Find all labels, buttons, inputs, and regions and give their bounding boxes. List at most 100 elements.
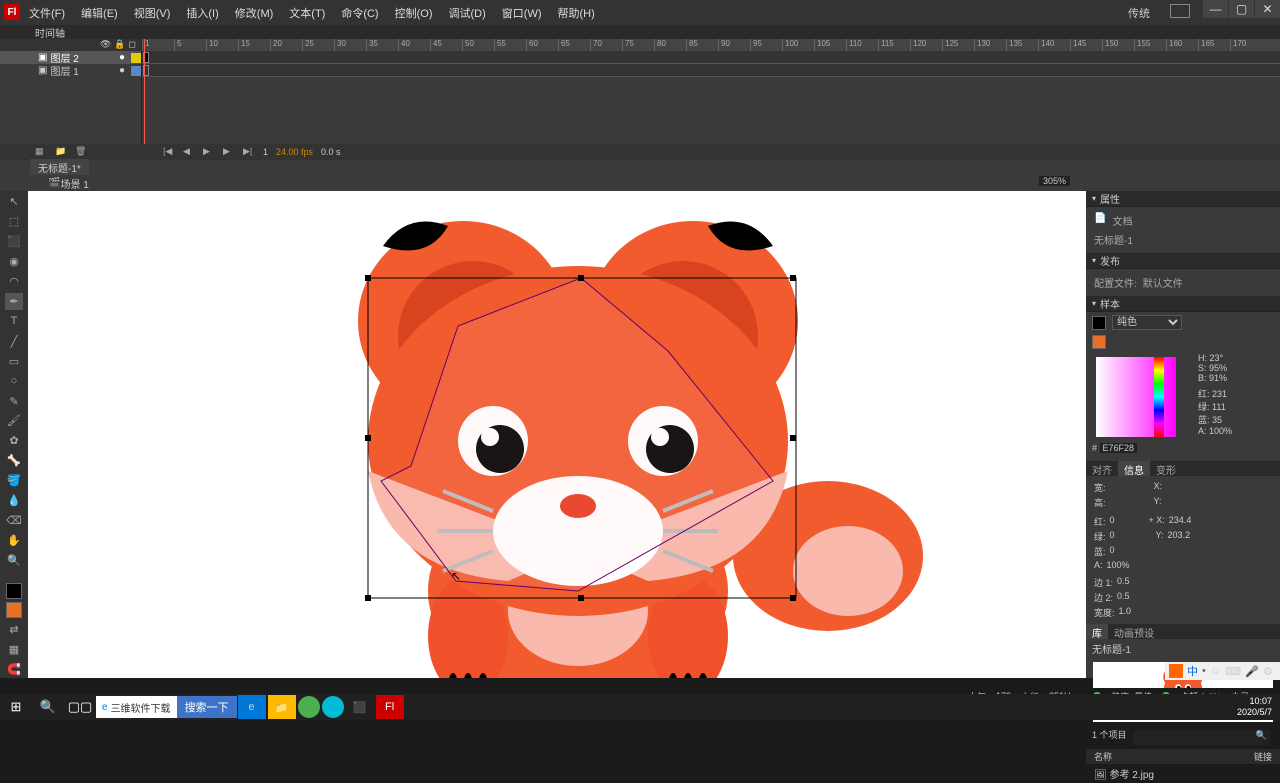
library-item[interactable]: 🖼 参考 2.jpg: [1086, 764, 1280, 783]
step-back-icon[interactable]: ◀: [183, 146, 195, 158]
scene-name[interactable]: 场景 1: [60, 176, 88, 191]
library-search-input[interactable]: 🔍: [1133, 730, 1270, 745]
color-picker[interactable]: [1096, 357, 1176, 437]
hue-slider[interactable]: [1154, 357, 1164, 437]
swap-colors-icon[interactable]: ⇄: [5, 621, 23, 638]
properties-header[interactable]: 属性: [1086, 191, 1280, 207]
new-layer-icon[interactable]: ▦: [35, 146, 47, 158]
eyedropper-tool-icon[interactable]: 💧: [5, 492, 23, 509]
fill-swatch[interactable]: [1092, 335, 1106, 349]
lasso-tool-icon[interactable]: ◠: [5, 273, 23, 290]
workspace-dropdown[interactable]: 传统: [1128, 5, 1150, 21]
publish-header[interactable]: 发布: [1086, 253, 1280, 269]
pen-tool-icon[interactable]: ✒: [5, 293, 23, 310]
menu-view[interactable]: 视图(V): [130, 3, 175, 23]
oval-tool-icon[interactable]: ○: [5, 373, 23, 390]
line-tool-icon[interactable]: ╱: [5, 333, 23, 350]
zoom-input[interactable]: 305%: [1039, 176, 1070, 186]
menu-modify[interactable]: 修改(M): [231, 3, 278, 23]
delete-layer-icon[interactable]: 🗑: [75, 146, 87, 158]
options-icon[interactable]: ▦: [5, 641, 23, 658]
taskbar-app-ie[interactable]: e三维软件下载: [96, 696, 177, 718]
layer-row[interactable]: ▣ 图层 1 ●: [0, 64, 141, 77]
hsb-s: 95: [1209, 363, 1219, 373]
ime-lang-icon[interactable]: 中: [1187, 663, 1198, 679]
menu-commands[interactable]: 命令(C): [337, 3, 382, 23]
stage-canvas[interactable]: ↖: [28, 191, 1086, 678]
taskbar-app-flash[interactable]: Fl: [376, 695, 404, 719]
hand-tool-icon[interactable]: ✋: [5, 532, 23, 549]
maximize-button[interactable]: ▢: [1229, 0, 1254, 18]
taskbar-app-qq[interactable]: [322, 696, 344, 718]
hex-input[interactable]: E76F28: [1100, 443, 1138, 453]
frame-ruler[interactable]: 1510152025303540455055606570758085909510…: [142, 39, 1280, 51]
stroke-swatch[interactable]: [1092, 316, 1106, 330]
ime-emoji-icon[interactable]: ☺: [1210, 665, 1221, 677]
menu-control[interactable]: 控制(O): [391, 3, 437, 23]
layout-icon[interactable]: [1170, 4, 1190, 18]
subselection-tool-icon[interactable]: ⬚: [5, 213, 23, 230]
playhead[interactable]: [144, 39, 145, 144]
brush-tool-icon[interactable]: 🖌: [5, 412, 23, 429]
taskbar-app-edge[interactable]: e: [238, 695, 266, 719]
text-tool-icon[interactable]: T: [5, 313, 23, 330]
taskbar-search-box[interactable]: 搜索一下: [177, 696, 237, 718]
frame-row[interactable]: [142, 51, 1280, 64]
taskbar-app-obs[interactable]: ⬛: [346, 695, 374, 719]
fill-type-select[interactable]: 纯色: [1112, 315, 1182, 330]
close-button[interactable]: ✕: [1255, 0, 1280, 18]
deco-tool-icon[interactable]: ✿: [5, 432, 23, 449]
menu-file[interactable]: 文件(F): [25, 3, 69, 23]
color-header[interactable]: 样本: [1086, 296, 1280, 312]
taskbar-clock[interactable]: 10:07 2020/5/7: [1237, 696, 1280, 718]
frames-area[interactable]: 1510152025303540455055606570758085909510…: [142, 39, 1280, 144]
ime-mic-icon[interactable]: 🎤: [1245, 665, 1259, 678]
tab-info[interactable]: 信息: [1118, 461, 1150, 476]
timeline-tab[interactable]: 时间轴: [35, 25, 65, 40]
menu-debug[interactable]: 调试(D): [445, 3, 490, 23]
menu-text[interactable]: 文本(T): [285, 3, 329, 23]
play-icon[interactable]: ▶: [203, 146, 215, 158]
ime-toolbar[interactable]: 中 • ☺ ⌨ 🎤 ⚙: [1165, 662, 1280, 680]
selection-tool-icon[interactable]: ↖: [5, 193, 23, 210]
ime-punct-icon[interactable]: •: [1202, 665, 1206, 677]
snap-icon[interactable]: 🧲: [5, 661, 23, 678]
menu-help[interactable]: 帮助(H): [554, 3, 599, 23]
ime-logo-icon[interactable]: [1169, 664, 1183, 678]
bone-tool-icon[interactable]: 🦴: [5, 452, 23, 469]
task-view-button[interactable]: ▢▢: [64, 694, 96, 720]
stroke-color-swatch[interactable]: [6, 583, 22, 599]
ime-keyboard-icon[interactable]: ⌨: [1225, 665, 1241, 678]
eraser-tool-icon[interactable]: ⌫: [5, 512, 23, 529]
library-col-name[interactable]: 名称: [1094, 750, 1112, 763]
library-col-link[interactable]: 链接: [1254, 750, 1272, 763]
taskbar-app-wechat[interactable]: [298, 696, 320, 718]
library-doc[interactable]: 无标题-1: [1086, 639, 1280, 658]
tab-align[interactable]: 对齐: [1086, 461, 1118, 476]
start-button[interactable]: ⊞: [0, 694, 32, 720]
free-transform-tool-icon[interactable]: ⬛: [5, 233, 23, 250]
taskbar-app-folder[interactable]: 📁: [268, 695, 296, 719]
new-folder-icon[interactable]: 📁: [55, 146, 67, 158]
3d-rotation-tool-icon[interactable]: ◉: [5, 253, 23, 270]
minimize-button[interactable]: —: [1203, 0, 1228, 18]
paint-bucket-tool-icon[interactable]: 🪣: [5, 472, 23, 489]
ime-settings-icon[interactable]: ⚙: [1263, 665, 1273, 678]
search-button[interactable]: 🔍: [32, 694, 64, 720]
zoom-tool-icon[interactable]: 🔍: [5, 552, 23, 569]
rectangle-tool-icon[interactable]: ▭: [5, 353, 23, 370]
goto-first-icon[interactable]: |◀: [163, 146, 175, 158]
frame-row[interactable]: [142, 64, 1280, 77]
tab-library[interactable]: 库: [1086, 624, 1108, 639]
tab-presets[interactable]: 动画预设: [1108, 624, 1160, 639]
pencil-tool-icon[interactable]: ✎: [5, 393, 23, 410]
menu-insert[interactable]: 插入(I): [182, 3, 222, 23]
menu-window[interactable]: 窗口(W): [498, 3, 546, 23]
document-tab[interactable]: 无标题-1*: [30, 159, 89, 176]
tab-transform[interactable]: 变形: [1150, 461, 1182, 476]
search-icon[interactable]: 🔍: [1253, 730, 1270, 745]
goto-last-icon[interactable]: ▶|: [243, 146, 255, 158]
menu-edit[interactable]: 编辑(E): [77, 3, 122, 23]
fill-color-swatch[interactable]: [6, 602, 22, 618]
step-forward-icon[interactable]: ▶: [223, 146, 235, 158]
